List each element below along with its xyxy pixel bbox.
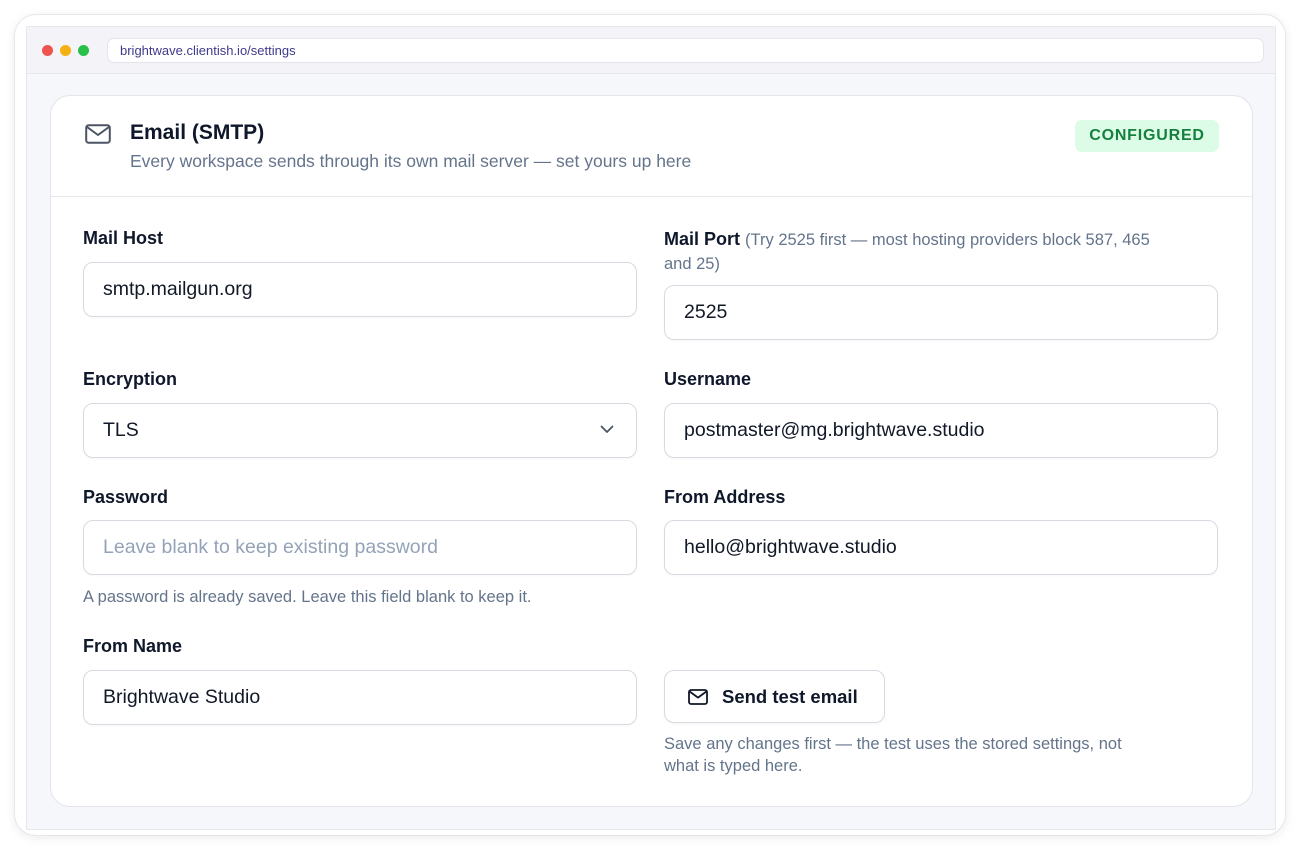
encryption-select[interactable]: TLS: [83, 403, 637, 458]
minimize-window-dot[interactable]: [60, 45, 71, 56]
mail-host-input[interactable]: smtp.mailgun.org: [83, 262, 637, 317]
mail-icon: [688, 689, 708, 705]
maximize-window-dot[interactable]: [78, 45, 89, 56]
from-address-label: From Address: [664, 487, 786, 507]
send-test-email-label: Send test email: [722, 686, 858, 707]
from-address-input[interactable]: hello@brightwave.studio: [664, 520, 1218, 575]
password-input[interactable]: [83, 520, 637, 575]
send-test-email-button[interactable]: Send test email: [664, 670, 885, 723]
mail-icon: [85, 124, 111, 144]
test-email-help-line1: Save any changes first — the test uses t…: [664, 735, 1122, 753]
browser-window: brightwave.clientish.io/settings Email (…: [14, 14, 1286, 836]
browser-chrome: brightwave.clientish.io/settings Email (…: [26, 26, 1276, 830]
page-title: Email (SMTP): [130, 121, 265, 144]
username-input[interactable]: postmaster@mg.brightwave.studio: [664, 403, 1218, 458]
close-window-dot[interactable]: [42, 45, 53, 56]
browser-titlebar: brightwave.clientish.io/settings: [27, 27, 1275, 74]
card-header: Email (SMTP) Every workspace sends throu…: [51, 96, 1252, 197]
password-label: Password: [83, 487, 169, 507]
mail-port-hint-continued: and 25): [664, 255, 720, 273]
address-bar[interactable]: brightwave.clientish.io/settings: [107, 38, 1264, 63]
page-subtitle: Every workspace sends through its own ma…: [130, 151, 692, 171]
test-email-help-line2: what is typed here.: [664, 757, 803, 775]
status-badge: CONFIGURED: [1075, 120, 1219, 152]
from-name-label: From Name: [83, 636, 183, 656]
chevron-down-icon: [600, 425, 614, 433]
mail-port-label: Mail Port (Try 2525 first — most hosting…: [664, 228, 1224, 276]
smtp-settings-card: Email (SMTP) Every workspace sends throu…: [50, 95, 1253, 807]
encryption-selected-value: TLS: [103, 419, 139, 441]
mail-port-label-text: Mail Port: [664, 229, 741, 249]
encryption-label: Encryption: [83, 369, 178, 389]
password-help-text: A password is already saved. Leave this …: [83, 588, 532, 606]
test-email-help-text: Save any changes first — the test uses t…: [664, 733, 1224, 777]
from-name-input[interactable]: Brightwave Studio: [83, 670, 637, 725]
mail-port-hint: (Try 2525 first — most hosting providers…: [745, 231, 1150, 249]
mail-host-label: Mail Host: [83, 228, 164, 248]
mail-port-input[interactable]: 2525: [664, 285, 1218, 340]
username-label: Username: [664, 369, 752, 389]
